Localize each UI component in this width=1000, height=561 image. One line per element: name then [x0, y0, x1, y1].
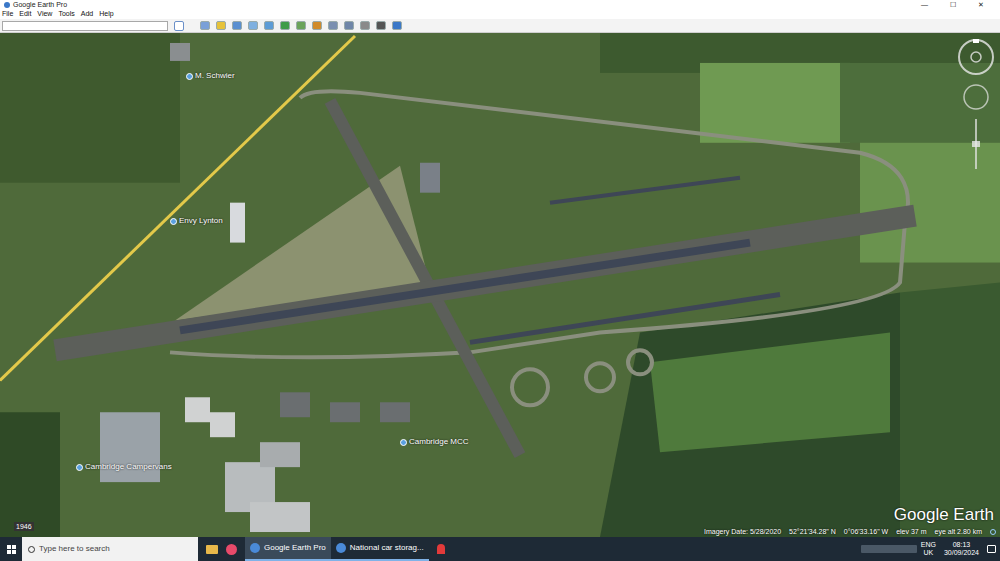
toolbar-tool-icon[interactable] — [216, 21, 226, 30]
toolbar — [0, 19, 1000, 33]
menu-item[interactable]: Tools — [58, 9, 74, 19]
longitude: 0°06'33.16" W — [844, 527, 888, 536]
notification-icon[interactable] — [987, 545, 996, 553]
place-pin[interactable]: Cambridge MCC — [400, 437, 469, 447]
toolbar-tool-icon[interactable] — [296, 21, 306, 30]
latitude: 52°21'34.28" N — [789, 527, 836, 536]
window-control-button[interactable]: ☐ — [950, 0, 956, 9]
toolbar-tool-icon[interactable] — [360, 21, 370, 30]
music-icon[interactable] — [226, 544, 237, 555]
place-pin[interactable]: Envy Lynton — [170, 216, 223, 226]
window-title: Google Earth Pro — [13, 0, 67, 9]
taskbar-search[interactable]: Type here to search — [22, 537, 198, 561]
place-label: M. Schwier — [195, 71, 235, 81]
pin-icon — [186, 73, 193, 80]
satellite-map[interactable] — [0, 33, 1000, 537]
toolbar-tool-icon[interactable] — [280, 21, 290, 30]
taskbar-app[interactable]: Google Earth Pro — [245, 537, 331, 561]
imagery-date: Imagery Date: 5/28/2020 — [704, 527, 781, 536]
menu-item[interactable]: View — [37, 9, 52, 19]
search-icon — [28, 546, 35, 553]
toolbar-tool-icon[interactable] — [200, 21, 210, 30]
toolbar-tool-icon[interactable] — [392, 21, 402, 30]
toolbar-tool-icon[interactable] — [328, 21, 338, 30]
app-icon — [4, 2, 10, 8]
app-icon — [336, 543, 346, 553]
status-bar: Imagery Date: 5/28/2020 52°21'34.28" N 0°0… — [704, 527, 996, 536]
clock[interactable]: 08:1330/09/2024 — [940, 541, 983, 557]
place-pin[interactable]: M. Schwier — [186, 71, 235, 81]
toolbar-tool-icon[interactable] — [344, 21, 354, 30]
menu-item[interactable]: Edit — [19, 9, 31, 19]
place-pin[interactable]: Cambridge Campervans — [76, 462, 172, 472]
place-label: Cambridge Campervans — [85, 462, 172, 472]
taskbar: Type here to search Google Earth ProNatio… — [0, 537, 1000, 561]
map-view[interactable]: M. Schwier Envy Lynton Cambridge Campervan… — [0, 33, 1000, 537]
toolbar-tool-icon[interactable] — [264, 21, 274, 30]
app-icon — [250, 543, 260, 553]
streaming-icon — [990, 529, 996, 535]
elevation: elev 37 m — [896, 527, 926, 536]
place-label: Cambridge MCC — [409, 437, 469, 447]
language-indicator[interactable]: ENGUK — [921, 541, 936, 557]
navigation-controls-icon[interactable] — [956, 37, 996, 177]
history-year[interactable]: 1946 — [14, 522, 34, 531]
menu-item[interactable]: File — [2, 9, 13, 19]
window-control-button[interactable]: — — [921, 0, 928, 9]
pin-icon — [76, 464, 83, 471]
pin-icon — [400, 439, 407, 446]
start-icon[interactable] — [0, 537, 22, 561]
maps-pin-icon[interactable] — [437, 544, 445, 554]
eye-altitude: eye alt 2.80 km — [935, 527, 982, 536]
place-label: Envy Lynton — [179, 216, 223, 226]
toolbar-tool-icon[interactable] — [232, 21, 242, 30]
menu-item[interactable]: Help — [99, 9, 113, 19]
title-bar: Google Earth Pro — ☐ ✕ — [0, 0, 1000, 9]
toolbar-tool-icon[interactable] — [312, 21, 322, 30]
toolbar-tool-icon[interactable] — [248, 21, 258, 30]
google-earth-logo: Google Earth — [894, 505, 994, 525]
menu-bar: File Edit View Tools Add Help — [0, 9, 1000, 19]
folder-icon[interactable] — [206, 545, 218, 554]
search-icon[interactable] — [174, 21, 184, 31]
menu-item[interactable]: Add — [81, 9, 93, 19]
window-control-button[interactable]: ✕ — [978, 0, 984, 9]
pin-icon — [170, 218, 177, 225]
search-field[interactable] — [2, 21, 168, 31]
taskbar-app[interactable]: National car storag... — [331, 537, 429, 561]
tray-icons[interactable] — [861, 545, 917, 553]
screen: Google Earth Pro — ☐ ✕ File Edit View Tools Add H… — [0, 0, 1000, 561]
toolbar-tool-icon[interactable] — [376, 21, 386, 30]
